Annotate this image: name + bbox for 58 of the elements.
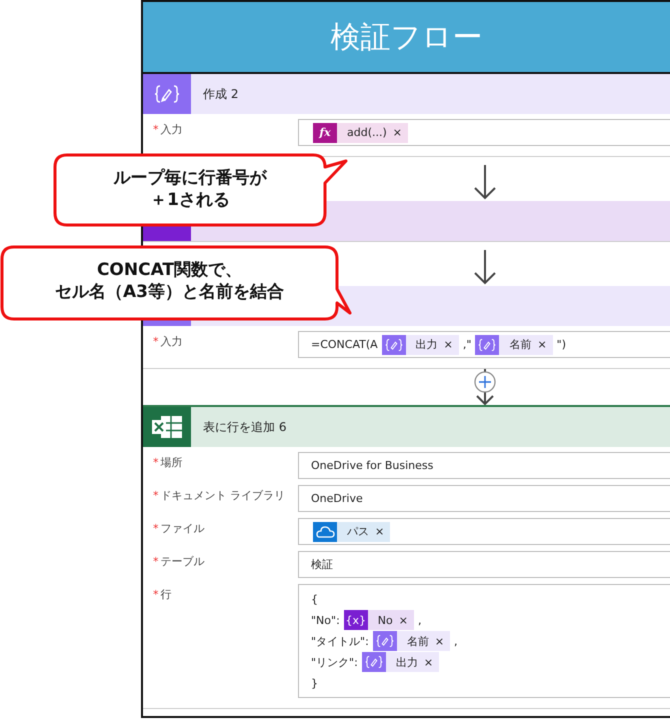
token-chip[interactable]: {x} No × — [344, 610, 414, 630]
required-mark: * — [153, 555, 158, 568]
down-arrow-icon — [472, 165, 498, 201]
required-mark: * — [153, 588, 158, 601]
callout-text: ＋1される — [150, 189, 230, 212]
field-text: =CONCAT(A — [311, 338, 378, 351]
token-chip[interactable]: fx add(...) × — [313, 122, 408, 142]
input-field[interactable]: =CONCAT(A 出力 × ," 名前 × ") — [298, 331, 670, 358]
field-text: OneDrive for Business — [311, 459, 434, 472]
field-text: 検証 — [311, 557, 333, 572]
callout-text: ループ毎に行番号が — [114, 167, 266, 190]
compose-icon — [376, 634, 394, 648]
required-mark: * — [153, 335, 158, 348]
required-mark: * — [153, 123, 158, 136]
field-text: , — [454, 634, 458, 648]
field-text: OneDrive — [311, 492, 363, 505]
token-chip[interactable]: 出力 × — [382, 334, 459, 354]
input-field[interactable]: { "No": {x} No × , "タイトル": 名前 × , "リンク": 出力 × } — [298, 584, 670, 698]
field-text: { — [311, 592, 318, 606]
field-label: 場所 — [160, 456, 182, 469]
input-field[interactable]: OneDrive — [298, 485, 670, 512]
token-chip[interactable]: パス × — [313, 522, 390, 542]
required-mark: * — [153, 522, 158, 535]
field-label: 入力 — [160, 123, 182, 136]
cloud-icon — [315, 524, 335, 538]
step-header[interactable]: 作成 2 — [143, 74, 670, 114]
token-chip[interactable]: 出力 × — [362, 652, 440, 672]
field-label: 行 — [160, 588, 172, 601]
callout-text: セル名（A3等）と名前を結合 — [55, 281, 284, 304]
spreadsheet-icon — [151, 415, 183, 439]
compose-icon — [478, 338, 496, 352]
compose-icon — [384, 338, 403, 352]
field-label: 入力 — [160, 335, 182, 348]
field-text: "タイトル": — [311, 634, 369, 648]
field-label: ファイル — [160, 522, 204, 535]
token-chip[interactable]: 名前 × — [372, 631, 450, 651]
required-mark: * — [153, 456, 158, 469]
field-text: "リンク": — [311, 654, 358, 670]
input-field[interactable]: OneDrive for Business — [298, 452, 670, 479]
field-text: "No": — [311, 614, 340, 626]
input-field[interactable]: fx add(...) × — [298, 119, 670, 146]
callout-text: CONCAT関数で、 — [96, 259, 242, 282]
field-label: テーブル — [160, 555, 204, 568]
compose-icon — [154, 84, 180, 104]
input-field[interactable]: パス × — [298, 518, 670, 545]
input-field[interactable]: 検証 — [298, 551, 670, 578]
field-text: } — [311, 676, 318, 690]
compose-icon — [364, 655, 383, 669]
step-header[interactable]: 表に行を追加 6 — [143, 407, 670, 447]
field-label: ドキュメント ライブラリ — [160, 489, 285, 502]
field-text: , — [418, 614, 422, 626]
required-mark: * — [153, 489, 158, 502]
down-arrow-icon — [472, 250, 498, 286]
add-step-icon[interactable] — [472, 369, 498, 405]
field-text: ," — [462, 338, 472, 351]
token-chip[interactable]: 名前 × — [475, 334, 553, 354]
field-text: ") — [556, 338, 566, 351]
flow-title: 検証フロー — [143, 2, 670, 74]
